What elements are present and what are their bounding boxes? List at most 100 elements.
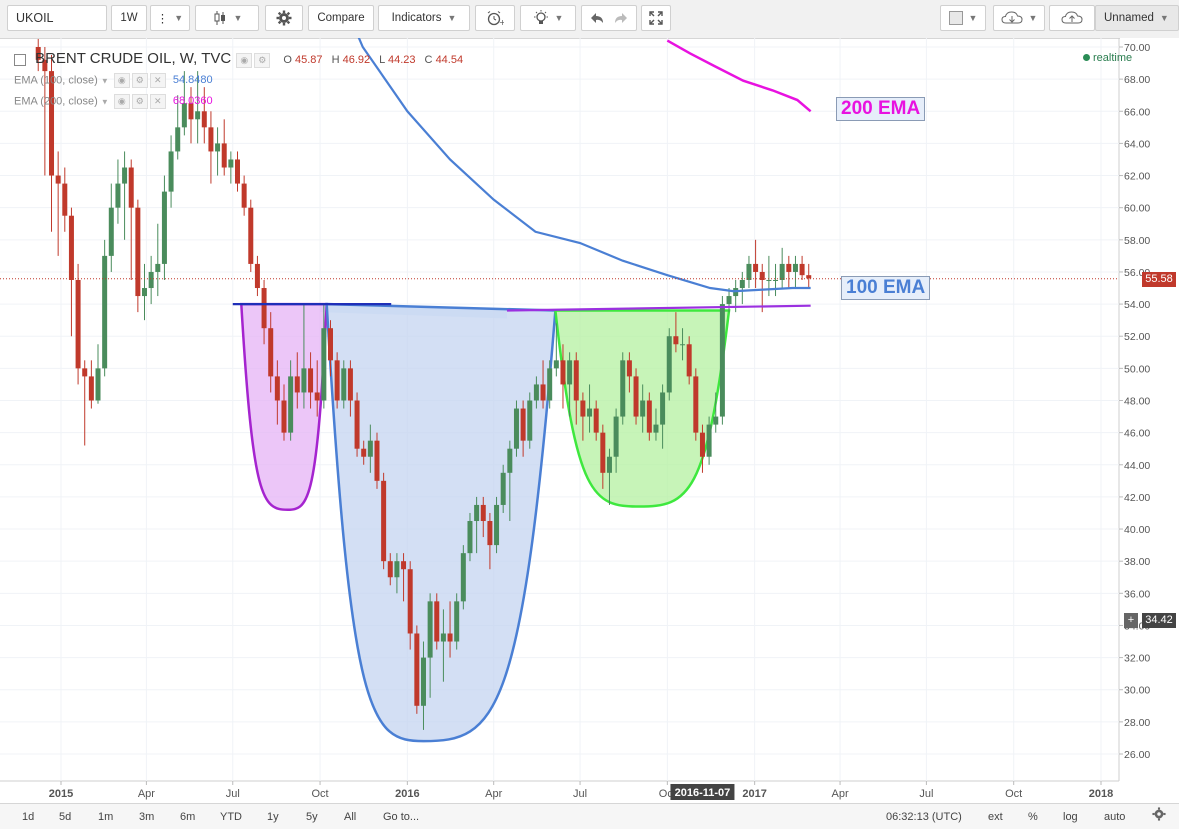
interval-button[interactable]: 1W	[111, 5, 147, 31]
candle-body	[142, 288, 148, 297]
x-tick-label: Apr	[831, 788, 848, 800]
add-alert-plus-icon[interactable]: +	[1124, 613, 1138, 628]
annotation-100-ema[interactable]: 100 EMA	[841, 276, 931, 300]
x-tick-label: 2015	[49, 788, 73, 800]
candle-body	[739, 279, 745, 289]
candle-body	[148, 271, 154, 289]
ema200-legend-label: EMA (200, close)	[14, 95, 98, 108]
close-icon[interactable]: ✕	[149, 94, 166, 109]
percent-toggle[interactable]: %	[1028, 809, 1038, 825]
range-1m[interactable]: 1m	[98, 809, 113, 825]
candle-body	[122, 167, 128, 184]
candle-body	[401, 561, 407, 570]
range-5y[interactable]: 5y	[306, 809, 318, 825]
price-chart[interactable]: 70.0068.0066.0064.0062.0060.0058.0056.00…	[0, 0, 1179, 803]
candle-body	[241, 183, 247, 208]
candle	[135, 199, 141, 313]
candle-body	[215, 143, 221, 152]
candle	[95, 344, 101, 404]
candle-body	[699, 432, 705, 457]
eye-icon[interactable]: ◉	[236, 52, 253, 68]
candle	[148, 255, 154, 305]
candle	[234, 151, 240, 192]
candle	[215, 127, 221, 176]
candle-body	[633, 376, 639, 417]
candle	[434, 593, 440, 650]
chart-area[interactable]: 70.00 68.00 66.00 64.00 62.00 60.00 58.00 56.00…	[0, 0, 1179, 803]
top-toolbar: UKOIL 1W ⋮▼ ▼ Compare Indicators▼ + ▼	[0, 0, 1179, 39]
fullscreen-button[interactable]	[641, 5, 671, 31]
candle-body	[367, 440, 373, 457]
candle-body	[766, 279, 772, 281]
range-5d[interactable]: 5d	[59, 809, 71, 825]
save-layout-button[interactable]	[1049, 5, 1095, 31]
legend-ema200[interactable]: EMA (200, close) ▼ ◉ ⚙ ✕ 68.0360	[14, 94, 213, 109]
clock-display[interactable]: 06:32:13 (UTC)	[886, 809, 962, 825]
candle	[62, 167, 68, 232]
settings-button[interactable]	[265, 5, 303, 31]
close-icon[interactable]: ✕	[149, 73, 166, 88]
color-theme-button[interactable]: ▼	[940, 5, 986, 31]
undo-icon[interactable]	[590, 12, 604, 24]
candle-body	[374, 440, 380, 481]
range-1y[interactable]: 1y	[267, 809, 279, 825]
fullscreen-icon	[649, 11, 663, 25]
candle	[168, 135, 174, 208]
y-tick-label: 48.00	[1124, 396, 1150, 408]
candle-body	[693, 376, 699, 433]
range-1d[interactable]: 1d	[22, 809, 34, 825]
eye-icon[interactable]: ◉	[113, 73, 130, 88]
candle	[122, 151, 128, 240]
eye-icon[interactable]: ◉	[113, 94, 130, 109]
candle-body	[228, 159, 234, 168]
symbol-search-input[interactable]: UKOIL	[7, 5, 107, 31]
ext-toggle[interactable]: ext	[988, 809, 1003, 825]
candle-body	[308, 368, 314, 393]
gear-icon[interactable]: ⚙	[131, 73, 148, 88]
low-value: 44.23	[387, 54, 416, 66]
chart-style-button[interactable]: ▼	[195, 5, 259, 31]
alert-button[interactable]: +	[475, 5, 515, 31]
gear-icon[interactable]: ⚙	[131, 94, 148, 109]
gear-icon[interactable]: ⚙	[254, 52, 271, 68]
legend-ema100[interactable]: EMA (100, close) ▼ ◉ ⚙ ✕ 54.8480	[14, 73, 213, 88]
range-ytd[interactable]: YTD	[220, 809, 242, 825]
candle-body	[334, 360, 340, 401]
candle-body	[281, 400, 287, 433]
indicators-button[interactable]: Indicators ▼	[378, 5, 470, 31]
interval-menu-button[interactable]: ⋮ ▼	[150, 5, 190, 31]
layout-name-button[interactable]: Unnamed ▼	[1095, 5, 1179, 31]
y-tick-label: 58.00	[1124, 235, 1150, 247]
log-toggle[interactable]: log	[1063, 809, 1078, 825]
candle-body	[713, 416, 719, 425]
candle	[806, 263, 812, 289]
candle-body	[746, 263, 752, 280]
indicators-label: Indicators	[391, 12, 442, 24]
candle-body	[686, 344, 692, 377]
candle	[799, 255, 805, 280]
auto-toggle[interactable]: auto	[1104, 809, 1125, 825]
ema200-line	[666, 39, 812, 113]
compare-button[interactable]: Compare	[308, 5, 374, 31]
ideas-button[interactable]: ▼	[520, 5, 576, 31]
goto-button[interactable]: Go to...	[383, 809, 419, 825]
open-value: 45.87	[294, 54, 323, 66]
redo-icon[interactable]	[614, 12, 628, 24]
range-all[interactable]: All	[344, 809, 356, 825]
candle-body	[254, 263, 260, 289]
annotation-200-ema[interactable]: 200 EMA	[836, 97, 926, 121]
gear-icon[interactable]	[1152, 807, 1166, 823]
candle-body	[500, 472, 506, 505]
candle	[161, 175, 167, 280]
y-tick-label: 66.00	[1124, 106, 1150, 118]
candle-body	[547, 368, 553, 401]
y-tick-label: 52.00	[1124, 331, 1150, 343]
candle-body	[135, 207, 141, 297]
candle-body	[354, 400, 360, 449]
load-layout-button[interactable]: ▼	[993, 5, 1045, 31]
candle-body	[314, 392, 320, 401]
x-tick-label: Apr	[138, 788, 155, 800]
range-3m[interactable]: 3m	[139, 809, 154, 825]
symbol-label: UKOIL	[16, 11, 54, 25]
range-6m[interactable]: 6m	[180, 809, 195, 825]
